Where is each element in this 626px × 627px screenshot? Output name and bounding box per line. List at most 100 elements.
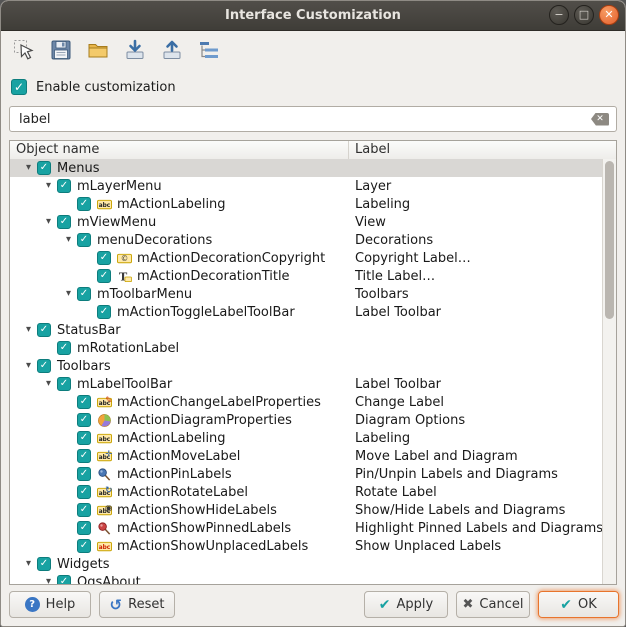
tree-row[interactable]: ▾✓mToolbarMenuToolbars	[10, 285, 603, 303]
tree-row[interactable]: ✓abc↻mActionRotateLabelRotate Label	[10, 483, 603, 501]
expand-arrow-icon[interactable]: ▾	[60, 231, 77, 249]
tree-row[interactable]: ✓abc✛mActionMoveLabelMove Label and Diag…	[10, 447, 603, 465]
save-customization-button[interactable]	[46, 37, 76, 67]
help-icon: ?	[25, 597, 40, 612]
close-button[interactable]: ✕	[599, 5, 619, 25]
save-to-file-button[interactable]	[157, 37, 187, 67]
row-checkbox[interactable]: ✓	[97, 251, 111, 265]
tree-row[interactable]: ✓abcmActionLabelingLabeling	[10, 429, 603, 447]
expand-tree-button[interactable]	[194, 37, 224, 67]
select-widgets-button[interactable]	[9, 37, 39, 67]
column-header-label[interactable]: Label	[349, 141, 616, 159]
row-checkbox[interactable]: ✓	[77, 395, 91, 409]
row-checkbox[interactable]: ✓	[57, 215, 71, 229]
show-unplaced-labels-icon: abc	[97, 538, 113, 554]
row-checkbox[interactable]: ✓	[77, 197, 91, 211]
row-checkbox[interactable]: ✓	[97, 305, 111, 319]
customization-tree: Object name Label ▾✓Menus▾✓mLayerMenuLay…	[9, 140, 617, 585]
row-checkbox[interactable]: ✓	[77, 431, 91, 445]
expand-arrow-icon[interactable]: ▾	[40, 213, 57, 231]
tree-row[interactable]: ▾✓Menus	[10, 159, 603, 177]
expand-arrow-icon[interactable]: ▾	[60, 285, 77, 303]
tree-row[interactable]: ▾✓QgsAbout	[10, 573, 603, 584]
svg-text:✛: ✛	[105, 449, 112, 459]
row-checkbox[interactable]: ✓	[77, 467, 91, 481]
expand-arrow-icon[interactable]: ▾	[40, 375, 57, 393]
svg-text:↻: ↻	[105, 485, 112, 495]
tree-row[interactable]: ▾✓Widgets	[10, 555, 603, 573]
tree-row[interactable]: ✓TmActionDecorationTitleTitle Label…	[10, 267, 603, 285]
row-checkbox[interactable]: ✓	[37, 323, 51, 337]
row-checkbox[interactable]: ✓	[77, 485, 91, 499]
enable-customization-checkbox[interactable]: ✓	[11, 79, 27, 95]
row-checkbox[interactable]: ✓	[97, 269, 111, 283]
tree-row[interactable]: ✓mActionShowPinnedLabelsHighlight Pinned…	[10, 519, 603, 537]
expand-arrow-icon[interactable]: ▾	[20, 357, 37, 375]
minimize-button[interactable]: −	[549, 5, 569, 25]
minimize-icon: −	[554, 8, 563, 21]
vertical-scrollbar[interactable]	[602, 159, 616, 584]
row-checkbox[interactable]: ✓	[77, 539, 91, 553]
object-name-text: mActionPinLabels	[117, 467, 232, 482]
column-header-object-name[interactable]: Object name	[10, 141, 349, 159]
row-checkbox[interactable]: ✓	[57, 179, 71, 193]
apply-button[interactable]: ✔ Apply	[364, 591, 448, 618]
expand-arrow-icon[interactable]: ▾	[20, 159, 37, 177]
row-checkbox[interactable]: ✓	[37, 359, 51, 373]
tree-row[interactable]: ✓©mActionDecorationCopyrightCopyright La…	[10, 249, 603, 267]
row-checkbox[interactable]: ✓	[37, 557, 51, 571]
tree-row[interactable]: ✓mActionPinLabelsPin/Unpin Labels and Di…	[10, 465, 603, 483]
tree-row[interactable]: ▾✓mViewMenuView	[10, 213, 603, 231]
row-checkbox[interactable]: ✓	[37, 161, 51, 175]
object-name-text: mActionMoveLabel	[117, 449, 240, 464]
maximize-icon: □	[579, 8, 589, 21]
object-label-text: Layer	[349, 179, 391, 194]
scrollbar-thumb[interactable]	[605, 161, 614, 319]
tree-row[interactable]: ▾✓ mLayerMenu Layer	[10, 177, 603, 195]
row-checkbox[interactable]: ✓	[77, 521, 91, 535]
row-checkbox[interactable]: ✓	[77, 503, 91, 517]
help-button[interactable]: ? Help	[9, 591, 91, 618]
row-checkbox[interactable]: ✓	[77, 233, 91, 247]
tree-row[interactable]: ✓abc✎mActionChangeLabelPropertiesChange …	[10, 393, 603, 411]
row-checkbox[interactable]: ✓	[77, 287, 91, 301]
tree-row[interactable]: ▾✓StatusBar	[10, 321, 603, 339]
cancel-button[interactable]: ✖ Cancel	[456, 591, 530, 618]
rotate-label-icon: abc↻	[97, 484, 113, 500]
expand-arrow-icon[interactable]: ▾	[40, 573, 57, 584]
reset-button[interactable]: ↺ Reset	[99, 591, 175, 618]
enable-customization-row: ✓ Enable customization	[11, 79, 625, 95]
tree-row[interactable]: ▾✓mLabelToolBarLabel Toolbar	[10, 375, 603, 393]
window-title: Interface Customization	[225, 8, 401, 23]
tree-row[interactable]: ✓mRotationLabel	[10, 339, 603, 357]
ok-button[interactable]: ✔ OK	[538, 591, 619, 618]
load-from-file-button[interactable]	[120, 37, 150, 67]
expand-arrow-icon[interactable]: ▾	[20, 321, 37, 339]
expand-arrow-icon[interactable]: ▾	[40, 177, 57, 195]
tree-row[interactable]: ✓mActionDiagramPropertiesDiagram Options	[10, 411, 603, 429]
maximize-button[interactable]: □	[574, 5, 594, 25]
help-button-label: Help	[46, 597, 76, 612]
expand-arrow-icon[interactable]: ▾	[20, 555, 37, 573]
row-checkbox[interactable]: ✓	[77, 449, 91, 463]
open-customization-button[interactable]	[83, 37, 113, 67]
row-checkbox[interactable]: ✓	[57, 575, 71, 584]
object-label-text: Show/Hide Labels and Diagrams	[349, 503, 565, 518]
labeling-icon: abc	[97, 430, 113, 446]
row-checkbox[interactable]: ✓	[77, 413, 91, 427]
reset-icon: ↺	[110, 596, 123, 614]
tree-row[interactable]: ✓abcmActionLabelingLabeling	[10, 195, 603, 213]
tree-row[interactable]: ✓abc◉mActionShowHideLabelsShow/Hide Labe…	[10, 501, 603, 519]
window-controls: − □ ✕	[549, 5, 619, 25]
object-label-text: Highlight Pinned Labels and Diagrams	[349, 521, 603, 536]
tree-row[interactable]: ▾✓menuDecorationsDecorations	[10, 231, 603, 249]
tree-row[interactable]: ✓mActionToggleLabelToolBarLabel Toolbar	[10, 303, 603, 321]
object-name-text: mLayerMenu	[77, 179, 162, 194]
object-label-text: Labeling	[349, 197, 410, 212]
row-checkbox[interactable]: ✓	[57, 377, 71, 391]
tree-row[interactable]: ✓abcmActionShowUnplacedLabelsShow Unplac…	[10, 537, 603, 555]
clear-search-icon[interactable]: ✕	[591, 113, 609, 126]
row-checkbox[interactable]: ✓	[57, 341, 71, 355]
tree-row[interactable]: ▾✓Toolbars	[10, 357, 603, 375]
search-input[interactable]	[17, 111, 591, 128]
